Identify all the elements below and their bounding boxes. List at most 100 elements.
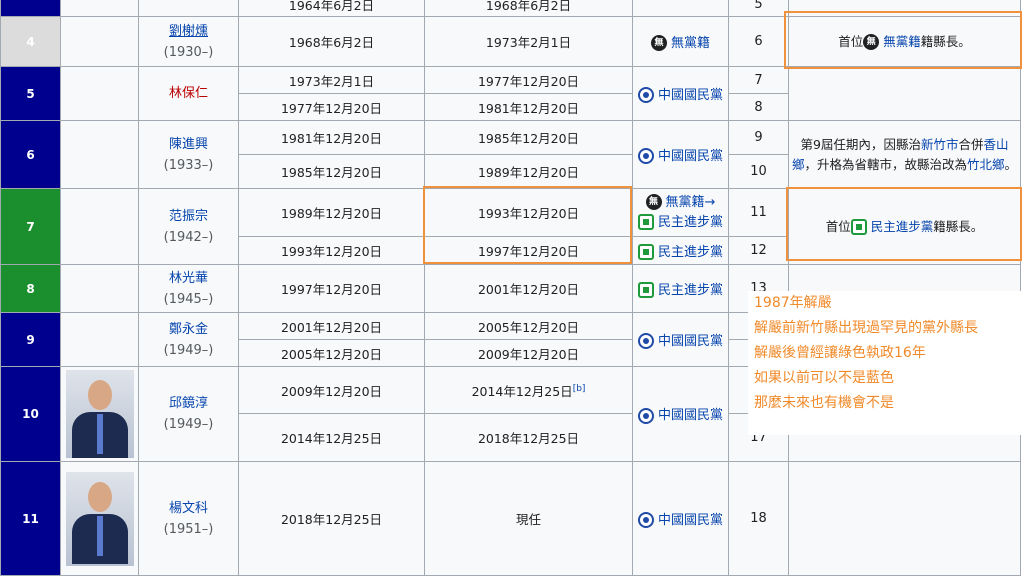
- party-link[interactable]: 中國國民黨: [658, 408, 723, 423]
- no-party-icon: 無: [645, 194, 662, 210]
- portrait-cell: [60, 461, 139, 576]
- kmt-emblem-icon: [637, 407, 654, 424]
- term-number: 18: [728, 461, 789, 576]
- annotation-line: 1987年解嚴: [754, 295, 832, 311]
- dpp-emblem-icon: [637, 282, 654, 299]
- magistrate-name-link[interactable]: 鄭永金: [139, 319, 238, 340]
- lifespan: (1933–): [163, 157, 214, 173]
- order-number: 11: [0, 461, 61, 576]
- date-end: 1985年12月20日: [424, 120, 633, 155]
- order-number: 10: [0, 366, 61, 462]
- table-row: 5 林保仁 1973年2月1日 1977年12月20日 中國國民黨 7: [0, 66, 1021, 121]
- date-end: 1981年12月20日: [424, 93, 633, 121]
- party-link[interactable]: 民主進步黨: [658, 215, 723, 230]
- date-start: 2009年12月20日: [238, 366, 425, 414]
- party-link[interactable]: 無黨籍→: [666, 195, 716, 210]
- party-link[interactable]: 民主進步黨: [658, 283, 723, 298]
- annotation-line: 如果以前可以不是藍色: [754, 370, 894, 386]
- order-number: 6: [0, 120, 61, 189]
- kmt-emblem-icon: [637, 333, 654, 350]
- date-start: 2005年12月20日: [238, 339, 425, 367]
- date-end: 2001年12月20日: [424, 264, 633, 313]
- date-start: 1981年12月20日: [238, 120, 425, 155]
- date-end: 1989年12月20日: [424, 154, 633, 189]
- party-cell: 中國國民黨: [632, 366, 729, 462]
- remark-cell: 首位 民主進步黨籍縣長。: [788, 188, 1021, 265]
- magistrate-name-link[interactable]: 林保仁: [139, 83, 238, 104]
- party-link[interactable]: 民主進步黨: [658, 245, 723, 260]
- term-number: 8: [728, 93, 789, 121]
- remark-cell: 第9屆任期內，因縣治新竹市合併香山鄉，升格為省轄市，故縣治改為竹北鄉。: [788, 120, 1021, 189]
- magistrate-name-link[interactable]: 邱鏡淳: [139, 393, 238, 414]
- dpp-emblem-icon: [637, 214, 654, 230]
- date-end: 1977年12月20日: [424, 66, 633, 94]
- lifespan: (1949–): [163, 417, 214, 432]
- annotation-text-box: 1987年解嚴 解嚴前新竹縣出現過罕見的黨外縣長 解嚴後曾經讓綠色執政16年 如…: [748, 291, 1024, 435]
- table-row: 7 范振宗 (1942–) 1989年12月20日 1993年12月20日 無無…: [0, 188, 1021, 265]
- remark-link[interactable]: 無黨籍: [883, 34, 921, 49]
- date-end: 1973年2月1日: [424, 16, 633, 67]
- date-end: 2014年12月25日[b]: [424, 366, 633, 414]
- term-number: 12: [728, 236, 789, 265]
- dpp-emblem-icon: [850, 219, 867, 235]
- dpp-emblem-icon: [637, 244, 654, 261]
- order-number: 8: [0, 264, 61, 313]
- annotation-line: 解嚴前新竹縣出現過罕見的黨外縣長: [754, 320, 978, 336]
- lifespan: (1930–): [163, 44, 214, 60]
- table-row: 4 劉榭燻 (1930–) 1968年6月2日 1973年2月1日 無無黨籍 6…: [0, 16, 1021, 67]
- portrait-photo[interactable]: [65, 370, 134, 458]
- portrait-photo[interactable]: [65, 471, 134, 566]
- party-link[interactable]: 無黨籍: [671, 36, 710, 51]
- remark-link-zhubei[interactable]: 竹北鄉: [967, 157, 1005, 172]
- magistrate-name-link[interactable]: 楊文科: [139, 498, 238, 519]
- party-link[interactable]: 中國國民黨: [658, 334, 723, 349]
- party-cell: 無無黨籍: [632, 16, 729, 67]
- term-number: 6: [728, 16, 789, 67]
- party-cell: 民主進步黨: [632, 236, 729, 265]
- annotation-line: 解嚴後曾經讓綠色執政16年: [754, 345, 926, 361]
- remark-link-hsinchu-city[interactable]: 新竹市: [921, 137, 959, 152]
- magistrate-name-link[interactable]: 范振宗: [139, 206, 238, 227]
- date-start: 1985年12月20日: [238, 154, 425, 189]
- date-start: 1993年12月20日: [238, 236, 425, 265]
- date-end: 現任: [424, 461, 633, 576]
- date-start: 1964年6月2日: [238, 0, 425, 17]
- party-link[interactable]: 中國國民黨: [658, 88, 723, 103]
- term-number: 7: [728, 66, 789, 94]
- party-cell: 中國國民黨: [632, 312, 729, 367]
- date-start: 1977年12月20日: [238, 93, 425, 121]
- county-magistrates-table: 1964年6月2日 1968年6月2日 5 4 劉榭燻 (1930–) 1968…: [0, 0, 1021, 576]
- order-number: 5: [0, 66, 61, 121]
- party-cell: 中國國民黨: [632, 461, 729, 576]
- party-link[interactable]: 中國國民黨: [658, 149, 723, 164]
- no-party-icon: 無: [650, 35, 667, 52]
- lifespan: (1951–): [163, 521, 214, 537]
- date-start: 1973年2月1日: [238, 66, 425, 94]
- footnote-ref-link[interactable]: [b]: [573, 383, 586, 393]
- term-number: 5: [728, 0, 789, 17]
- date-end: 1997年12月20日: [424, 236, 633, 265]
- kmt-emblem-icon: [637, 87, 654, 104]
- date-end: 2009年12月20日: [424, 339, 633, 367]
- date-end: 1993年12月20日: [424, 188, 633, 237]
- date-end: 1968年6月2日: [424, 0, 633, 17]
- remark-link[interactable]: 民主進步黨: [871, 219, 934, 234]
- order-number: 4: [0, 16, 61, 67]
- order-number: 7: [0, 188, 61, 265]
- lifespan: (1949–): [163, 342, 214, 358]
- date-start: 1997年12月20日: [238, 264, 425, 313]
- kmt-emblem-icon: [637, 148, 654, 165]
- party-cell: 民主進步黨: [632, 264, 729, 313]
- magistrate-name-link[interactable]: 陳進興: [139, 134, 238, 155]
- date-end: 2018年12月25日: [424, 413, 633, 462]
- party-cell: 中國國民黨: [632, 120, 729, 189]
- term-number: 9: [728, 120, 789, 155]
- date-start: 1968年6月2日: [238, 16, 425, 67]
- magistrate-name-link[interactable]: 劉榭燻: [139, 21, 238, 42]
- kmt-emblem-icon: [637, 512, 654, 529]
- order-number: 9: [0, 312, 61, 367]
- magistrate-name-link[interactable]: 林光華: [139, 268, 238, 289]
- party-link[interactable]: 中國國民黨: [658, 513, 723, 528]
- term-number: 11: [728, 188, 789, 237]
- date-end: 2005年12月20日: [424, 312, 633, 340]
